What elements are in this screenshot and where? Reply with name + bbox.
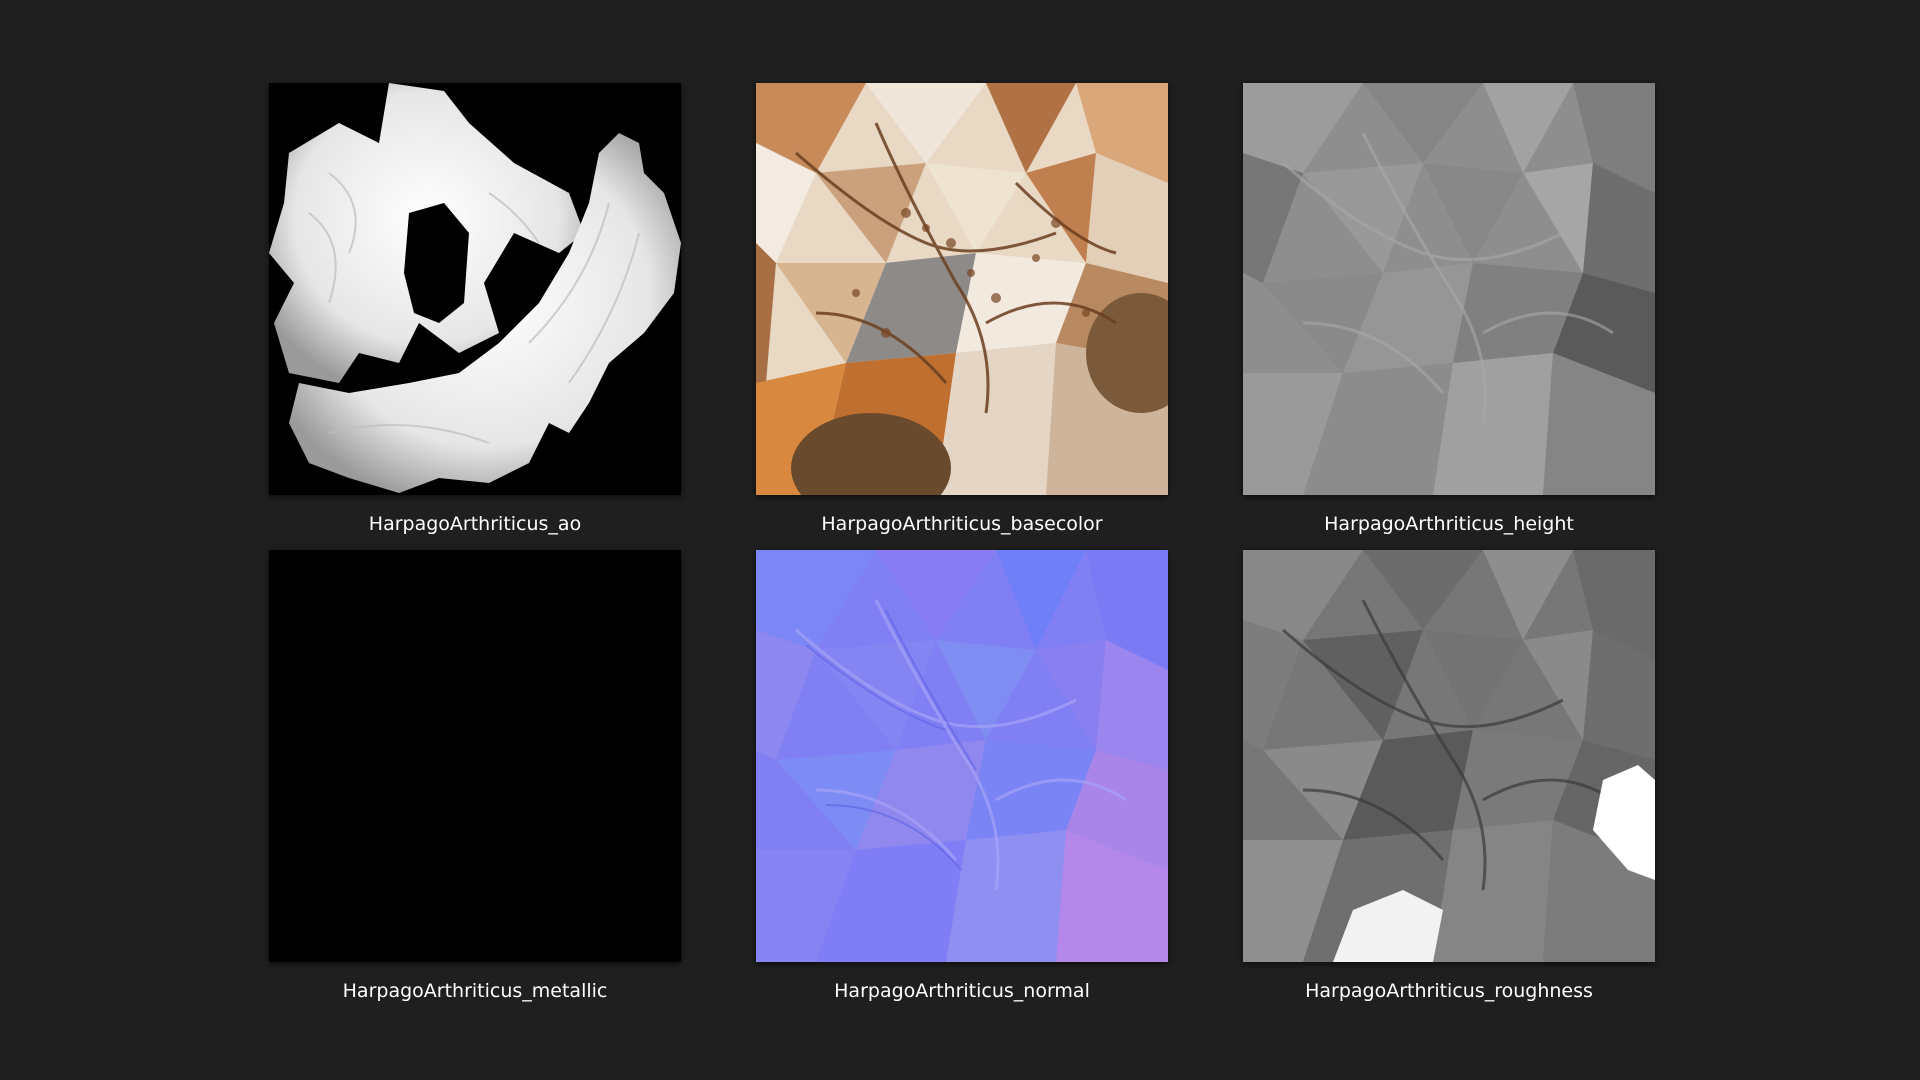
normal-texture-image	[756, 550, 1168, 962]
thumbnail-normal[interactable]	[756, 550, 1168, 962]
thumbnail-height[interactable]	[1243, 83, 1655, 495]
roughness-texture-image	[1243, 550, 1655, 962]
thumbnail-roughness[interactable]	[1243, 550, 1655, 962]
thumbnail-basecolor[interactable]	[756, 83, 1168, 495]
file-name-height: HarpagoArthriticus_height	[1324, 513, 1574, 535]
file-item-ao[interactable]: HarpagoArthriticus_ao	[269, 83, 681, 536]
ao-texture-image	[269, 83, 681, 495]
file-item-metallic[interactable]: HarpagoArthriticus_metallic	[269, 550, 681, 1003]
file-name-normal: HarpagoArthriticus_normal	[834, 980, 1090, 1002]
file-name-ao: HarpagoArthriticus_ao	[368, 513, 582, 535]
file-name-metallic: HarpagoArthriticus_metallic	[342, 980, 608, 1002]
basecolor-texture-image	[756, 83, 1168, 495]
file-item-roughness[interactable]: HarpagoArthriticus_roughness	[1243, 550, 1655, 1003]
file-item-height[interactable]: HarpagoArthriticus_height	[1243, 83, 1655, 536]
thumbnail-ao[interactable]	[269, 83, 681, 495]
metallic-texture-image	[269, 550, 681, 962]
file-name-basecolor: HarpagoArthriticus_basecolor	[821, 513, 1103, 535]
file-grid-view: HarpagoArthriticus_ao HarpagoArthriticus…	[0, 0, 1920, 1080]
thumbnail-metallic[interactable]	[269, 550, 681, 962]
file-name-roughness: HarpagoArthriticus_roughness	[1305, 980, 1593, 1002]
height-texture-image	[1243, 83, 1655, 495]
file-item-normal[interactable]: HarpagoArthriticus_normal	[756, 550, 1168, 1003]
file-item-basecolor[interactable]: HarpagoArthriticus_basecolor	[756, 83, 1168, 536]
